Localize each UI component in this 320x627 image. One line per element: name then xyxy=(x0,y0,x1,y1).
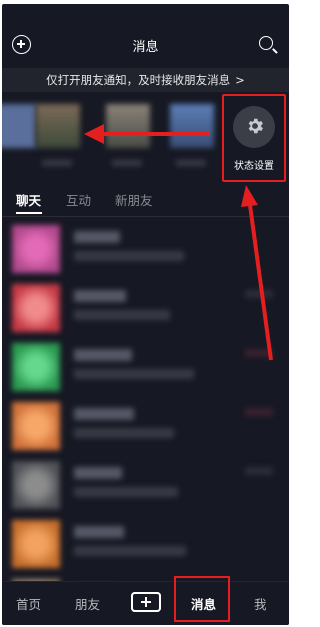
list-item[interactable] xyxy=(2,394,289,456)
avatar xyxy=(12,520,60,568)
list-item[interactable] xyxy=(2,335,289,397)
status-setting-label: 状态设置 xyxy=(234,161,274,172)
tab-interactions[interactable]: 互动 xyxy=(66,190,91,209)
chat-message-blur xyxy=(74,546,186,556)
create-button[interactable] xyxy=(128,592,164,612)
chevron-right-icon: > xyxy=(235,73,245,87)
avatar xyxy=(12,284,60,332)
chat-name-blur xyxy=(74,349,132,361)
friend-avatar[interactable] xyxy=(170,104,214,148)
friend-avatar[interactable] xyxy=(2,104,36,148)
chat-name-blur xyxy=(74,526,124,538)
chat-time-blur xyxy=(245,467,273,475)
status-setting-button[interactable]: 状态设置 xyxy=(222,94,286,182)
friend-name-blur xyxy=(112,160,142,166)
chat-message-blur xyxy=(74,428,174,438)
list-item[interactable] xyxy=(2,276,289,338)
tab-new-friends[interactable]: 新朋友 xyxy=(115,190,153,209)
chat-name-blur xyxy=(74,408,134,420)
avatar xyxy=(12,343,60,391)
chat-message-blur xyxy=(74,251,184,261)
unread-badge-blur xyxy=(245,349,273,357)
chat-name-blur xyxy=(74,290,126,302)
chat-message-blur xyxy=(74,369,194,379)
list-item[interactable] xyxy=(2,217,289,279)
friend-avatar[interactable] xyxy=(36,104,80,148)
tab-chat[interactable]: 聊天 xyxy=(16,190,41,209)
list-item[interactable] xyxy=(2,453,289,515)
friend-name-blur xyxy=(176,160,206,166)
search-icon[interactable] xyxy=(259,36,273,50)
chat-name-blur xyxy=(74,231,120,243)
nav-home[interactable]: 首页 xyxy=(16,594,41,613)
nav-me[interactable]: 我 xyxy=(254,594,267,613)
avatar xyxy=(12,461,60,509)
unread-badge-blur xyxy=(245,408,273,416)
active-tab-indicator xyxy=(16,212,42,214)
avatar xyxy=(12,225,60,273)
nav-friends[interactable]: 朋友 xyxy=(75,594,100,613)
messages-highlight-box xyxy=(174,576,230,622)
friend-name-blur xyxy=(42,160,72,166)
message-tabs: 聊天 互动 新朋友 xyxy=(2,186,289,217)
plus-icon xyxy=(131,592,161,612)
friend-notification-banner[interactable]: 仅打开朋友通知，及时接收朋友消息 > xyxy=(2,68,289,92)
chat-name-blur xyxy=(74,467,122,479)
list-item[interactable] xyxy=(2,512,289,574)
bottom-navigation: 首页 朋友 消息 我 xyxy=(2,581,289,625)
banner-text: 仅打开朋友通知，及时接收朋友消息 xyxy=(46,73,231,87)
chat-message-blur xyxy=(74,487,178,497)
chat-message-blur xyxy=(74,310,170,320)
messages-screen: 消息 仅打开朋友通知，及时接收朋友消息 > 状态设置 聊天 互动 新朋友 首页 … xyxy=(2,4,289,625)
header: 消息 xyxy=(2,32,289,58)
avatar xyxy=(12,402,60,450)
page-title: 消息 xyxy=(132,40,159,55)
friend-avatar[interactable] xyxy=(106,104,150,148)
chat-time-blur xyxy=(245,290,273,298)
gear-icon xyxy=(248,118,263,134)
